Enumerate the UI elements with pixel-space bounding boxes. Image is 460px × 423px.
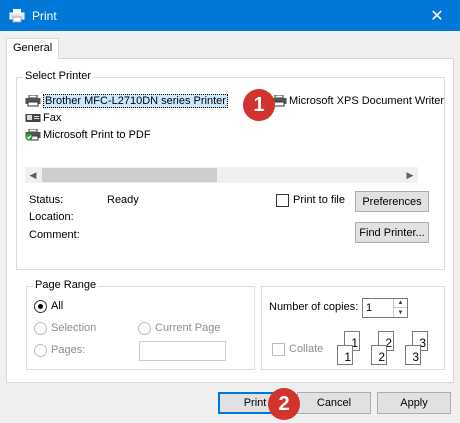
printer-label: Microsoft Print to PDF	[43, 129, 151, 141]
all-label: All	[51, 300, 64, 312]
close-icon[interactable]: ✕	[414, 0, 460, 31]
cancel-button[interactable]: Cancel	[297, 392, 371, 414]
page-range-title: Page Range	[33, 279, 99, 291]
step-marker-2: 2	[268, 388, 300, 420]
printer-icon	[25, 95, 41, 107]
spin-up-icon[interactable]: ▲	[394, 299, 407, 308]
collate-checkbox[interactable]	[272, 343, 285, 356]
printer-default-icon	[25, 129, 41, 141]
printer-list-scrollbar[interactable]: ◀ ▶	[25, 167, 418, 183]
current-page-label: Current Page	[155, 322, 221, 334]
fax-icon	[25, 114, 41, 122]
collate-label: Collate	[289, 343, 324, 355]
pages-input[interactable]	[139, 341, 226, 361]
pages-radio[interactable]	[34, 344, 47, 357]
printer-item-xps[interactable]: Microsoft XPS Document Writer	[271, 94, 444, 108]
copies-group: Number of copies: 1 ▲ ▼ Collate 1 1 2 2 …	[261, 286, 445, 370]
select-printer-title: Select Printer	[23, 70, 94, 82]
collate-page: 1	[337, 345, 353, 365]
scroll-left-icon[interactable]: ◀	[25, 167, 41, 183]
scroll-right-icon[interactable]: ▶	[402, 167, 418, 183]
apply-button[interactable]: Apply	[377, 392, 451, 414]
comment-label: Comment:	[29, 229, 80, 241]
status-value: Ready	[107, 194, 139, 206]
status-label: Status:	[29, 194, 64, 206]
title-bar: Print ✕	[0, 0, 460, 31]
dialog-client-area: General Select Printer Brother MFC-L2710…	[0, 31, 460, 423]
find-printer-button[interactable]: Find Printer...	[355, 222, 429, 243]
preferences-button[interactable]: Preferences	[355, 191, 429, 212]
number-of-copies-label: Number of copies:	[269, 301, 359, 313]
step-marker-1: 1	[243, 89, 275, 121]
collate-page: 3	[405, 345, 421, 365]
selection-label: Selection	[51, 322, 97, 334]
page-range-group: Page Range All Selection Current Page Pa…	[26, 279, 255, 370]
printer-label: Brother MFC-L2710DN series Printer	[43, 94, 228, 108]
spin-down-icon[interactable]: ▼	[394, 308, 407, 317]
window-title: Print	[32, 8, 57, 23]
collate-illustration: 1 1 2 2 3 3	[330, 331, 435, 373]
pages-label: Pages:	[51, 344, 86, 356]
copies-stepper[interactable]: 1 ▲ ▼	[362, 298, 408, 318]
print-to-file-label: Print to file	[293, 194, 345, 206]
copies-value: 1	[366, 302, 373, 314]
printer-label: Fax	[43, 112, 62, 124]
tab-general[interactable]: General	[6, 38, 59, 59]
collate-page: 2	[371, 345, 387, 365]
printer-item-fax[interactable]: Fax	[25, 111, 61, 125]
scrollbar-thumb[interactable]	[42, 168, 217, 182]
printer-list: Brother MFC-L2710DN series Printer Micro…	[25, 90, 444, 165]
all-radio[interactable]	[34, 300, 47, 313]
select-printer-group: Select Printer Brother MFC-L2710DN serie…	[16, 70, 445, 270]
printer-label: Microsoft XPS Document Writer	[289, 95, 445, 107]
selection-radio[interactable]	[34, 322, 47, 335]
printer-icon	[9, 8, 25, 24]
location-label: Location:	[29, 211, 74, 223]
printer-item-pdf[interactable]: Microsoft Print to PDF	[25, 128, 151, 142]
printer-item-brother[interactable]: Brother MFC-L2710DN series Printer	[25, 94, 228, 108]
current-page-radio[interactable]	[138, 322, 151, 335]
print-to-file-checkbox[interactable]	[276, 194, 289, 207]
general-tab-panel: Select Printer Brother MFC-L2710DN serie…	[6, 58, 454, 383]
